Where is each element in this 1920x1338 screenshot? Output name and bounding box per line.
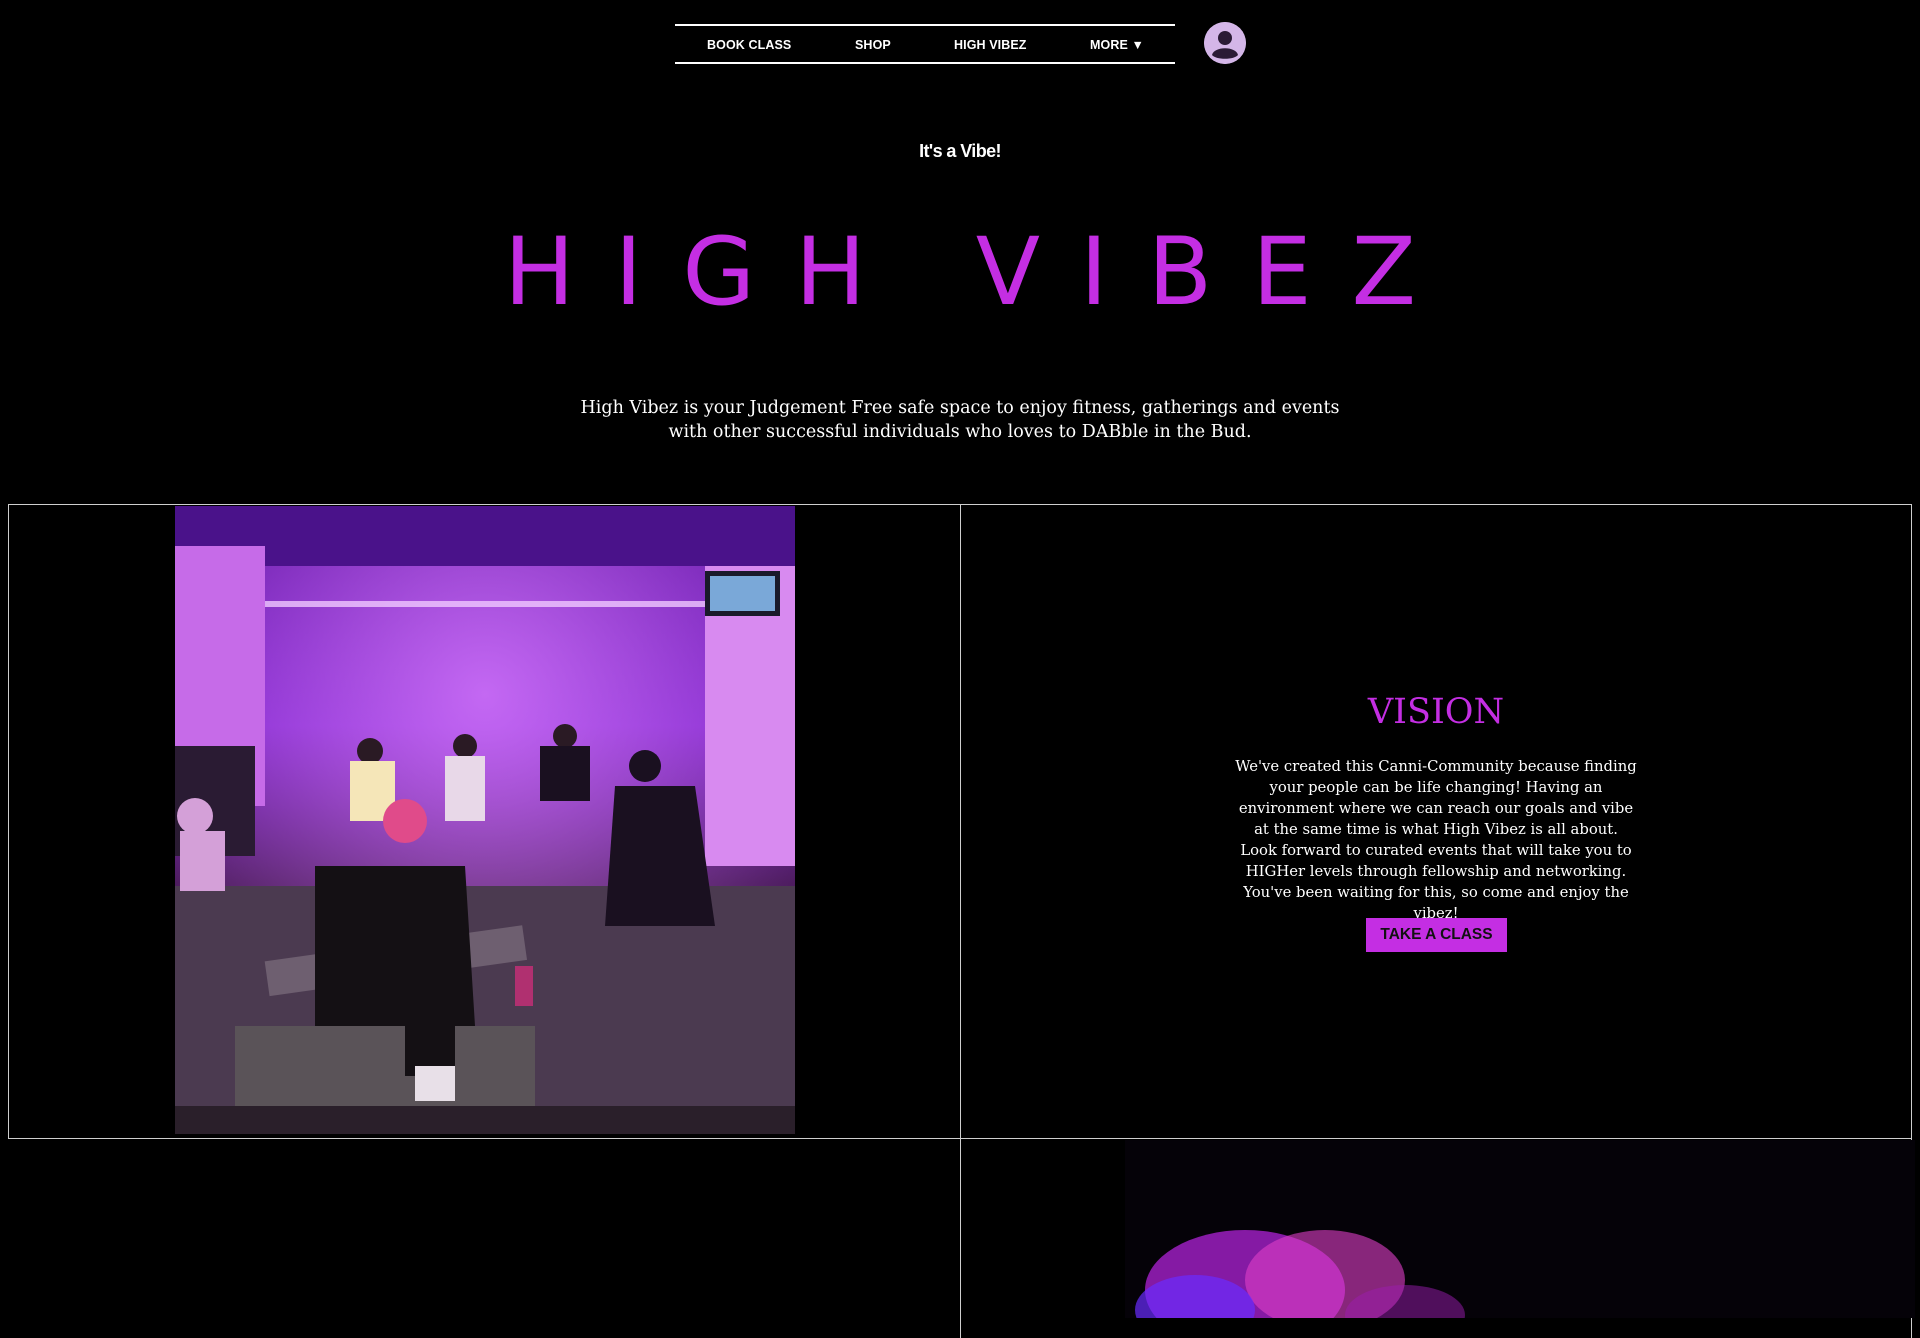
bottom-left-panel (8, 1138, 961, 1338)
nav-book-class[interactable]: BOOK CLASS (707, 38, 791, 52)
user-avatar-icon[interactable] (1204, 22, 1246, 64)
page-title: HIGH VIBEZ (503, 218, 1457, 327)
vision-text: We've created this Canni-Community becau… (1235, 758, 1637, 922)
vision-title: VISION (1367, 692, 1505, 732)
nav-shop[interactable]: SHOP (855, 38, 891, 52)
yoga-class-photo (175, 506, 795, 1134)
intro-text: High Vibez is your Judgement Free safe s… (580, 398, 1340, 442)
top-nav: BOOK CLASS SHOP HIGH VIBEZ MORE ▼ (675, 24, 1175, 64)
bottom-decorative-image (1125, 1140, 1915, 1318)
tagline: It's a Vibe! (919, 141, 1001, 161)
take-a-class-button[interactable]: TAKE A CLASS (1366, 918, 1507, 952)
nav-high-vibez[interactable]: HIGH VIBEZ (954, 38, 1027, 52)
nav-more[interactable]: MORE ▼ (1090, 38, 1144, 52)
